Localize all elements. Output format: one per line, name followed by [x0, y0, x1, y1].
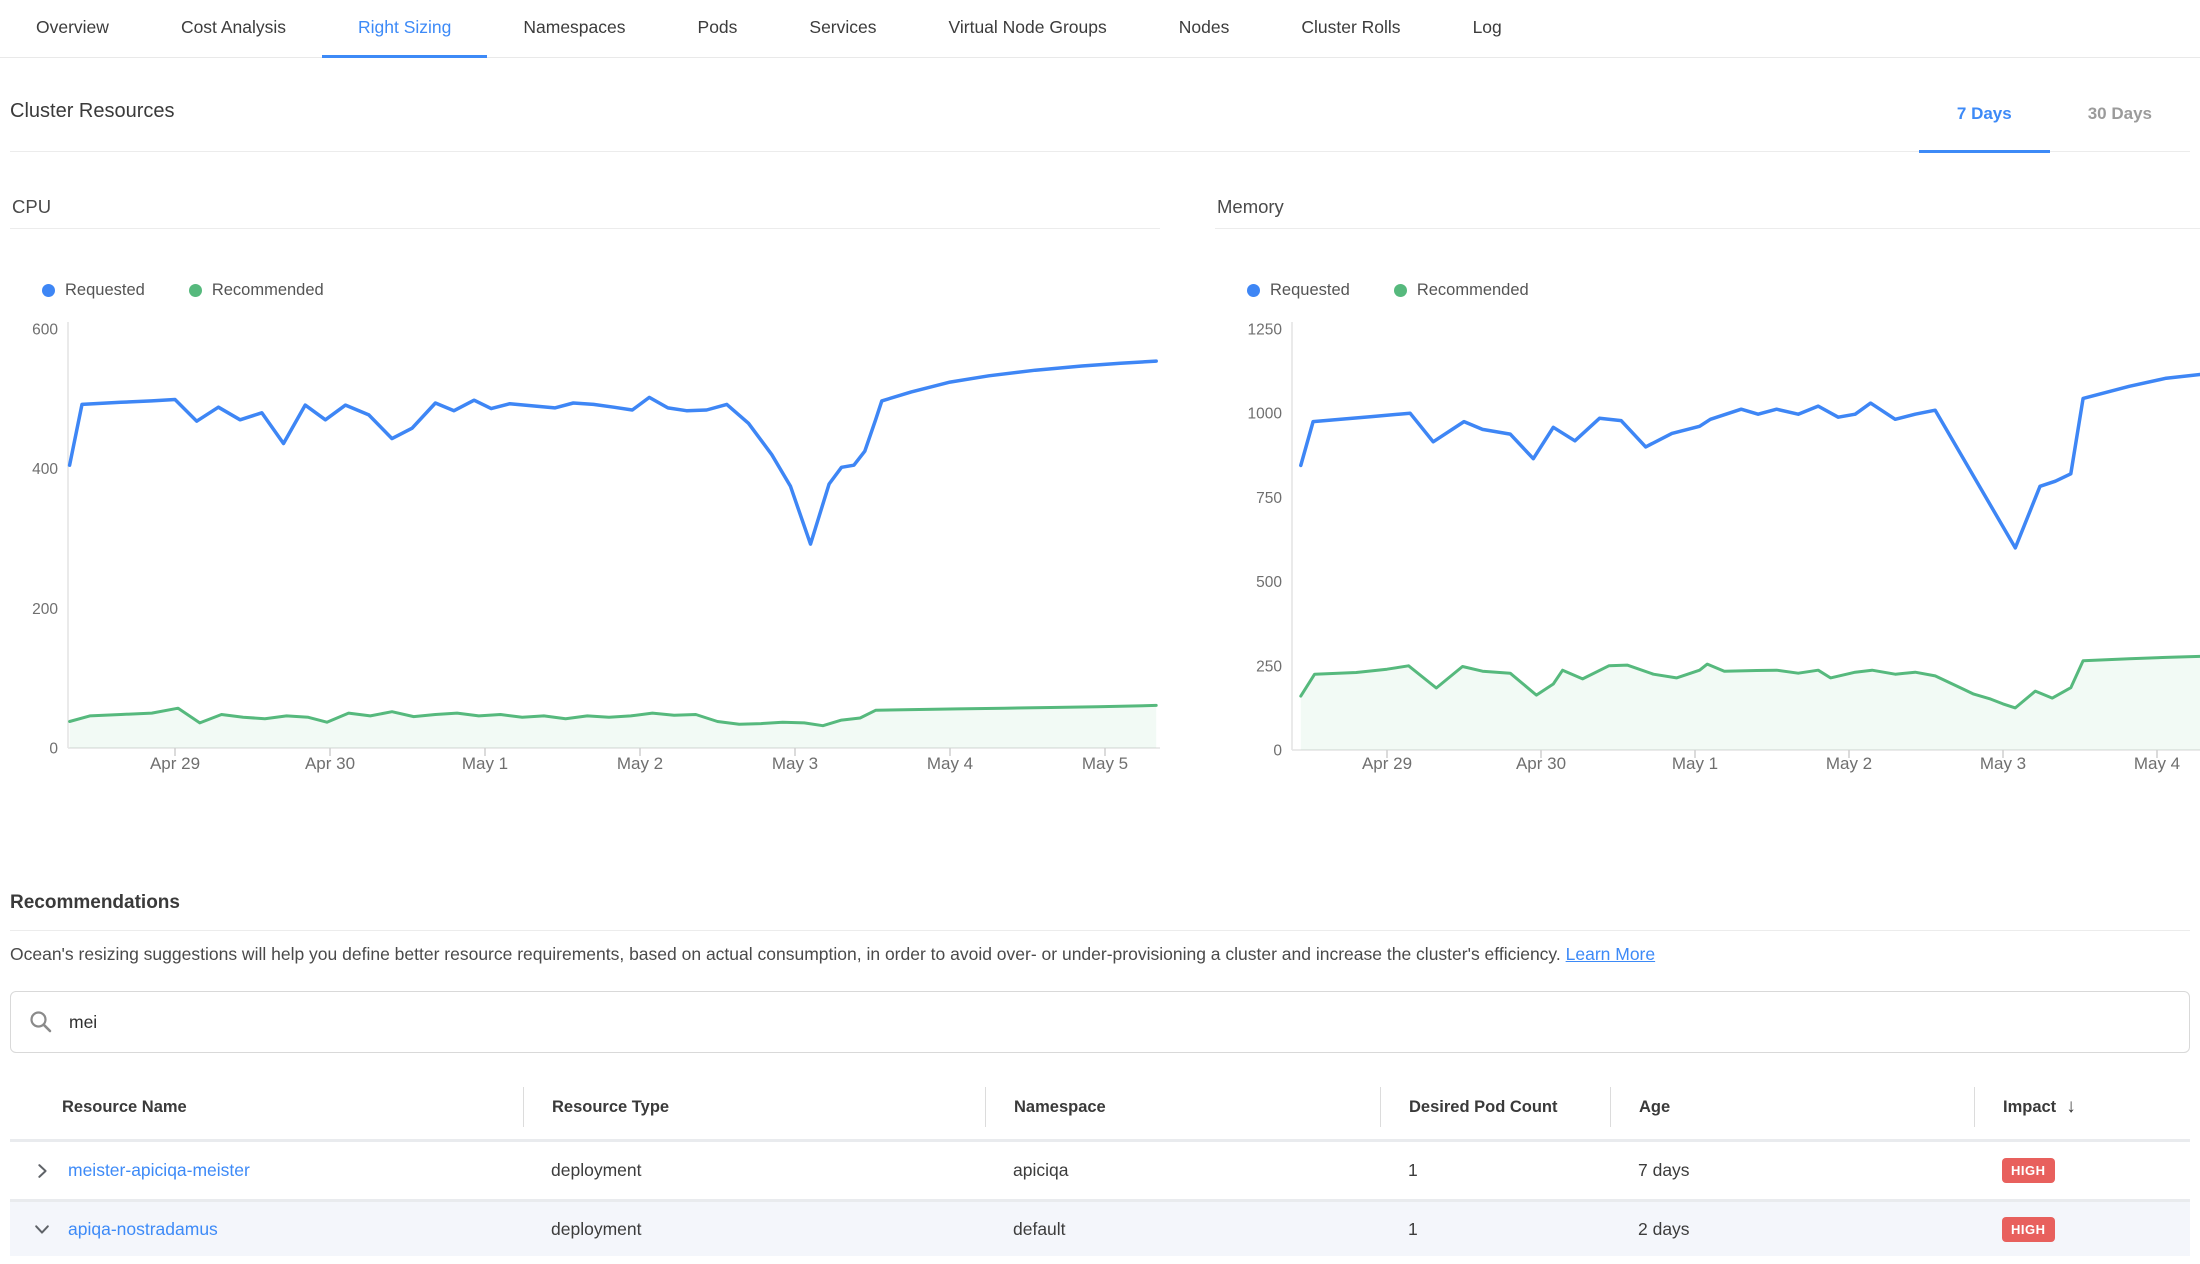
main-tab-bar: Overview Cost Analysis Right Sizing Name…	[0, 0, 2200, 58]
svg-text:500: 500	[1256, 574, 1282, 591]
legend-label: Recommended	[212, 281, 324, 300]
recommendations-table: Resource Name Resource Type Namespace De…	[10, 1075, 2190, 1256]
divider	[10, 930, 2190, 931]
chevron-down-icon[interactable]	[32, 1219, 52, 1239]
resource-name-link[interactable]: apiqa-nostradamus	[68, 1219, 218, 1240]
section-title: Cluster Resources	[10, 100, 175, 151]
svg-text:600: 600	[32, 322, 58, 339]
tab-overview[interactable]: Overview	[0, 0, 145, 58]
tab-log[interactable]: Log	[1437, 0, 1538, 58]
legend-label: Requested	[1270, 281, 1350, 300]
requested-dot-icon	[1247, 284, 1260, 297]
learn-more-link[interactable]: Learn More	[1566, 944, 1656, 964]
charts-row: CPU Requested Recommended 0 200 400 600 Apr …	[0, 196, 2200, 786]
recommended-dot-icon	[189, 284, 202, 297]
age-cell: 2 days	[1610, 1219, 1974, 1240]
svg-text:May 3: May 3	[1980, 754, 2026, 773]
col-impact[interactable]: Impact ↓	[1974, 1087, 2190, 1127]
tab-cost-analysis[interactable]: Cost Analysis	[145, 0, 322, 58]
sort-desc-icon[interactable]: ↓	[2066, 1096, 2076, 1118]
range-7-days[interactable]: 7 Days	[1919, 104, 2050, 153]
svg-text:Apr 29: Apr 29	[1362, 754, 1412, 773]
svg-text:400: 400	[32, 461, 58, 478]
recommended-dot-icon	[1394, 284, 1407, 297]
legend-label: Recommended	[1417, 281, 1529, 300]
search-input[interactable]	[67, 1011, 2171, 1034]
cluster-resources-header: Cluster Resources 7 Days 30 Days	[10, 58, 2190, 152]
col-age[interactable]: Age	[1610, 1087, 1974, 1127]
table-row[interactable]: meister-apiciqa-meister deployment apici…	[10, 1142, 2190, 1199]
tab-cluster-rolls[interactable]: Cluster Rolls	[1265, 0, 1436, 58]
right-sizing-page: Overview Cost Analysis Right Sizing Name…	[0, 0, 2200, 1264]
tab-pods[interactable]: Pods	[662, 0, 774, 58]
col-namespace[interactable]: Namespace	[985, 1087, 1380, 1127]
svg-text:Apr 30: Apr 30	[305, 754, 355, 773]
svg-text:May 5: May 5	[1082, 754, 1128, 773]
svg-text:250: 250	[1256, 658, 1282, 675]
tab-virtual-node-groups[interactable]: Virtual Node Groups	[913, 0, 1143, 58]
table-header: Resource Name Resource Type Namespace De…	[10, 1075, 2190, 1142]
svg-text:May 4: May 4	[2134, 754, 2180, 773]
tab-namespaces[interactable]: Namespaces	[487, 0, 661, 58]
col-desired-pod-count[interactable]: Desired Pod Count	[1380, 1087, 1610, 1127]
tab-right-sizing[interactable]: Right Sizing	[322, 0, 487, 58]
svg-text:May 4: May 4	[927, 754, 973, 773]
cpu-chart-title: CPU	[10, 196, 1160, 229]
memory-chart-title: Memory	[1215, 196, 2200, 229]
impact-badge: HIGH	[2002, 1217, 2055, 1242]
svg-text:Apr 30: Apr 30	[1516, 754, 1566, 773]
impact-badge: HIGH	[2002, 1158, 2055, 1183]
svg-text:May 1: May 1	[1672, 754, 1718, 773]
legend-item-requested: Requested	[42, 281, 145, 300]
pod-count-cell: 1	[1380, 1160, 1610, 1181]
namespace-cell: apiciqa	[985, 1160, 1380, 1181]
svg-text:May 2: May 2	[617, 754, 663, 773]
memory-legend: Requested Recommended	[1247, 281, 2200, 300]
legend-item-recommended: Recommended	[1394, 281, 1529, 300]
legend-item-requested: Requested	[1247, 281, 1350, 300]
table-row[interactable]: apiqa-nostradamus deployment default 1 2…	[10, 1199, 2190, 1256]
resource-type-cell: deployment	[523, 1219, 985, 1240]
resource-type-cell: deployment	[523, 1160, 985, 1181]
svg-text:May 2: May 2	[1826, 754, 1872, 773]
cpu-chart-panel: CPU Requested Recommended 0 200 400 600 Apr …	[10, 196, 1160, 786]
svg-text:May 3: May 3	[772, 754, 818, 773]
svg-text:Apr 29: Apr 29	[150, 754, 200, 773]
recommendations-title: Recommendations	[10, 892, 2190, 914]
svg-text:May 1: May 1	[462, 754, 508, 773]
svg-text:750: 750	[1256, 490, 1282, 507]
time-range-toggle: 7 Days 30 Days	[1919, 104, 2190, 151]
memory-chart-panel: Memory Requested Recommended 0 250 500 750 1…	[1215, 196, 2200, 786]
tab-services[interactable]: Services	[773, 0, 912, 58]
svg-text:0: 0	[1273, 743, 1282, 760]
namespace-cell: default	[985, 1219, 1380, 1240]
range-30-days[interactable]: 30 Days	[2050, 104, 2190, 153]
age-cell: 7 days	[1610, 1160, 1974, 1181]
legend-label: Requested	[65, 281, 145, 300]
legend-item-recommended: Recommended	[189, 281, 324, 300]
svg-text:0: 0	[49, 741, 58, 758]
svg-text:200: 200	[32, 601, 58, 618]
recommendations-description: Ocean's resizing suggestions will help y…	[10, 944, 2190, 965]
chevron-right-icon[interactable]	[32, 1161, 52, 1181]
resource-name-link[interactable]: meister-apiciqa-meister	[68, 1160, 250, 1181]
search-icon	[29, 1010, 53, 1034]
requested-dot-icon	[42, 284, 55, 297]
memory-line-chart: 0 250 500 750 1000 1250 Apr 29 Apr 30 May 1 May 2…	[1215, 316, 2200, 786]
svg-text:1250: 1250	[1248, 322, 1283, 339]
cpu-line-chart: 0 200 400 600 Apr 29 Apr 30 May 1 May 2 May 3 May…	[10, 316, 1160, 786]
col-resource-name[interactable]: Resource Name	[10, 1087, 523, 1127]
cpu-legend: Requested Recommended	[42, 281, 1160, 300]
pod-count-cell: 1	[1380, 1219, 1610, 1240]
svg-text:1000: 1000	[1248, 406, 1283, 423]
col-resource-type[interactable]: Resource Type	[523, 1087, 985, 1127]
search-box	[10, 991, 2190, 1053]
tab-nodes[interactable]: Nodes	[1143, 0, 1266, 58]
